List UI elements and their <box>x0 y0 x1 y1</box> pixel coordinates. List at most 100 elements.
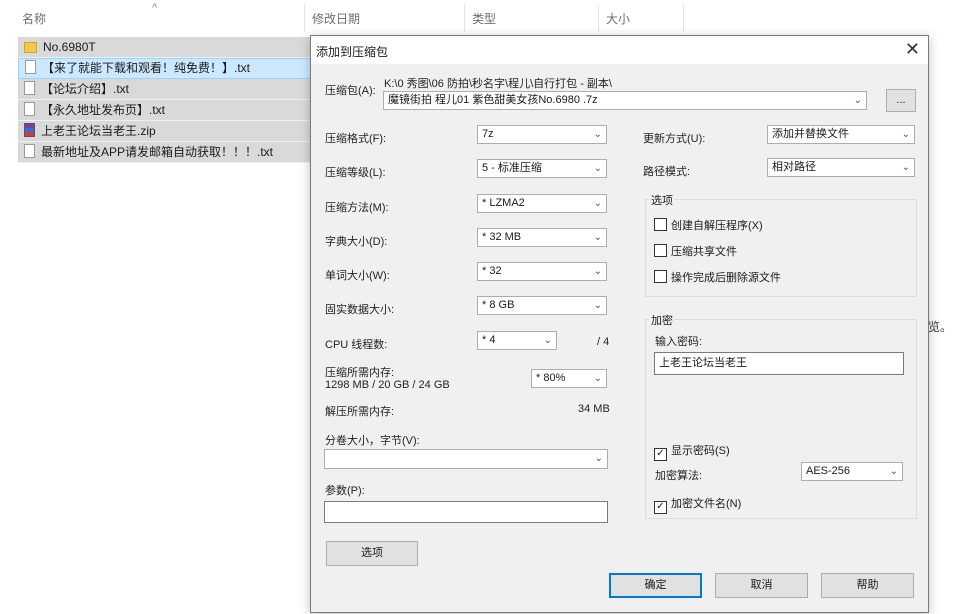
cancel-button[interactable]: 取消 <box>715 573 808 598</box>
show-password-checkbox[interactable]: ✓ 显示密码(S) <box>654 442 730 461</box>
threads-value: * 4 <box>482 334 496 346</box>
file-list: No.6980T 【来了就能下载和观看！纯免费！】.txt 【论坛介绍】.txt… <box>18 37 311 163</box>
text-file-icon <box>25 60 36 74</box>
format-label: 压缩格式(F): <box>325 133 387 145</box>
column-name[interactable]: 名称 <box>22 10 46 27</box>
compress-shared-checkbox[interactable]: 压缩共享文件 <box>654 243 737 259</box>
mem-percent-value: * 80% <box>536 372 566 384</box>
encrypt-filenames-label: 加密文件名(N) <box>671 498 742 510</box>
chevron-down-icon: ⌄ <box>593 300 602 311</box>
file-row[interactable]: 【论坛介绍】.txt <box>18 79 311 100</box>
file-name: 上老王论坛当老王.zip <box>41 124 156 138</box>
threads-label: CPU 线程数: <box>325 339 388 351</box>
threads-total: / 4 <box>597 336 610 348</box>
format-value: 7z <box>482 128 494 140</box>
checkbox-unchecked-icon <box>654 270 667 283</box>
password-input[interactable]: 上老王论坛当老王 <box>654 352 904 375</box>
delete-after-checkbox[interactable]: 操作完成后删除源文件 <box>654 269 781 285</box>
encrypt-filenames-checkbox[interactable]: ✓ 加密文件名(N) <box>654 495 741 514</box>
chevron-down-icon: ⌄ <box>901 129 910 140</box>
chevron-down-icon: ⌄ <box>901 162 910 173</box>
column-divider[interactable] <box>304 4 305 32</box>
password-label: 输入密码: <box>655 336 703 348</box>
dialog-title: 添加到压缩包 <box>316 45 389 59</box>
file-name: 【论坛介绍】.txt <box>41 82 130 96</box>
dialog-titlebar[interactable]: 添加到压缩包 ✕ <box>311 36 928 64</box>
column-divider[interactable] <box>598 4 599 32</box>
ok-button[interactable]: 确定 <box>609 573 702 598</box>
file-name: 【永久地址发布页】.txt <box>41 103 166 117</box>
chevron-down-icon: ⌄ <box>889 466 898 477</box>
create-sfx-label: 创建自解压程序(X) <box>671 220 763 232</box>
file-row[interactable]: 上老王论坛当老王.zip <box>18 121 311 142</box>
text-file-icon <box>24 81 35 95</box>
update-mode-select[interactable]: 添加并替换文件 ⌄ <box>767 125 915 144</box>
show-password-label: 显示密码(S) <box>671 445 730 457</box>
archive-name-combo[interactable]: 魔镜街拍 程儿01 紫色甜美女孩No.6980 .7z ⌄ <box>383 91 867 110</box>
level-label: 压缩等级(L): <box>325 167 386 179</box>
encryption-method-select[interactable]: AES-256 ⌄ <box>801 462 903 481</box>
encryption-method-value: AES-256 <box>806 465 851 477</box>
file-name: 最新地址及APP请发邮箱自动获取！！！.txt <box>41 145 274 159</box>
dict-value: * 32 MB <box>482 231 522 243</box>
solid-select[interactable]: * 8 GB ⌄ <box>477 296 607 315</box>
path-mode-label: 路径模式: <box>643 166 691 178</box>
update-mode-value: 添加并替换文件 <box>772 128 849 140</box>
mem-decomp-label: 解压所需内存: <box>325 406 395 418</box>
update-mode-label: 更新方式(U): <box>643 133 706 145</box>
split-label: 分卷大小，字节(V): <box>325 435 420 447</box>
file-row[interactable]: No.6980T <box>18 37 311 58</box>
create-sfx-checkbox[interactable]: 创建自解压程序(X) <box>654 217 763 233</box>
file-row[interactable]: 最新地址及APP请发邮箱自动获取！！！.txt <box>18 142 311 163</box>
dict-label: 字典大小(D): <box>325 236 388 248</box>
word-select[interactable]: * 32 ⌄ <box>477 262 607 281</box>
split-size-combo[interactable]: ⌄ <box>324 449 608 469</box>
column-header-bar: 名称 ^ 修改日期 类型 大小 <box>0 0 960 34</box>
folder-icon <box>24 42 37 53</box>
format-select[interactable]: 7z ⌄ <box>477 125 607 144</box>
close-icon[interactable]: ✕ <box>905 39 920 60</box>
chevron-down-icon: ⌄ <box>593 373 602 384</box>
column-divider[interactable] <box>464 4 465 32</box>
encryption-method-label: 加密算法: <box>655 470 703 482</box>
chevron-down-icon: ⌄ <box>543 335 552 346</box>
level-value: 5 - 标准压缩 <box>482 162 542 174</box>
chevron-down-icon: ⌄ <box>593 266 602 277</box>
column-modified[interactable]: 修改日期 <box>312 10 360 27</box>
column-divider[interactable] <box>683 4 684 32</box>
mem-percent-select[interactable]: * 80% ⌄ <box>531 369 607 388</box>
method-value: * LZMA2 <box>482 197 525 209</box>
chevron-down-icon: ⌄ <box>593 129 602 140</box>
file-name: No.6980T <box>43 40 96 54</box>
checkbox-unchecked-icon <box>654 244 667 257</box>
options-button[interactable]: 选项 <box>326 541 418 566</box>
file-row[interactable]: 【永久地址发布页】.txt <box>18 100 311 121</box>
method-label: 压缩方法(M): <box>325 202 389 214</box>
text-file-icon <box>24 144 35 158</box>
word-value: * 32 <box>482 265 502 277</box>
column-size[interactable]: 大小 <box>606 10 630 27</box>
solid-value: * 8 GB <box>482 299 515 311</box>
options-group-title: 选项 <box>649 192 675 208</box>
winrar-archive-icon <box>24 123 35 137</box>
params-label: 参数(P): <box>325 485 365 497</box>
checkbox-unchecked-icon <box>654 218 667 231</box>
file-row[interactable]: 【来了就能下载和观看！纯免费！】.txt <box>18 58 311 79</box>
path-mode-select[interactable]: 相对路径 ⌄ <box>767 158 915 177</box>
mem-comp-value: 1298 MB / 20 GB / 24 GB <box>325 379 450 391</box>
file-name: 【来了就能下载和观看！纯免费！】.txt <box>42 61 251 75</box>
checkbox-checked-icon: ✓ <box>654 448 667 461</box>
dict-select[interactable]: * 32 MB ⌄ <box>477 228 607 247</box>
encryption-groupbox <box>645 319 917 519</box>
chevron-down-icon: ⌄ <box>594 453 603 464</box>
chevron-down-icon: ⌄ <box>593 232 602 243</box>
column-type[interactable]: 类型 <box>472 10 496 27</box>
chevron-down-icon: ⌄ <box>853 95 862 106</box>
params-input[interactable] <box>324 501 608 523</box>
level-select[interactable]: 5 - 标准压缩 ⌄ <box>477 159 607 178</box>
help-button[interactable]: 帮助 <box>821 573 914 598</box>
threads-select[interactable]: * 4 ⌄ <box>477 331 557 350</box>
method-select[interactable]: * LZMA2 ⌄ <box>477 194 607 213</box>
add-to-archive-dialog: 添加到压缩包 ✕ 压缩包(A): K:\0 秀图\06 防拍\秒名字\程儿\自行… <box>310 35 929 613</box>
browse-button[interactable]: ... <box>886 89 916 112</box>
